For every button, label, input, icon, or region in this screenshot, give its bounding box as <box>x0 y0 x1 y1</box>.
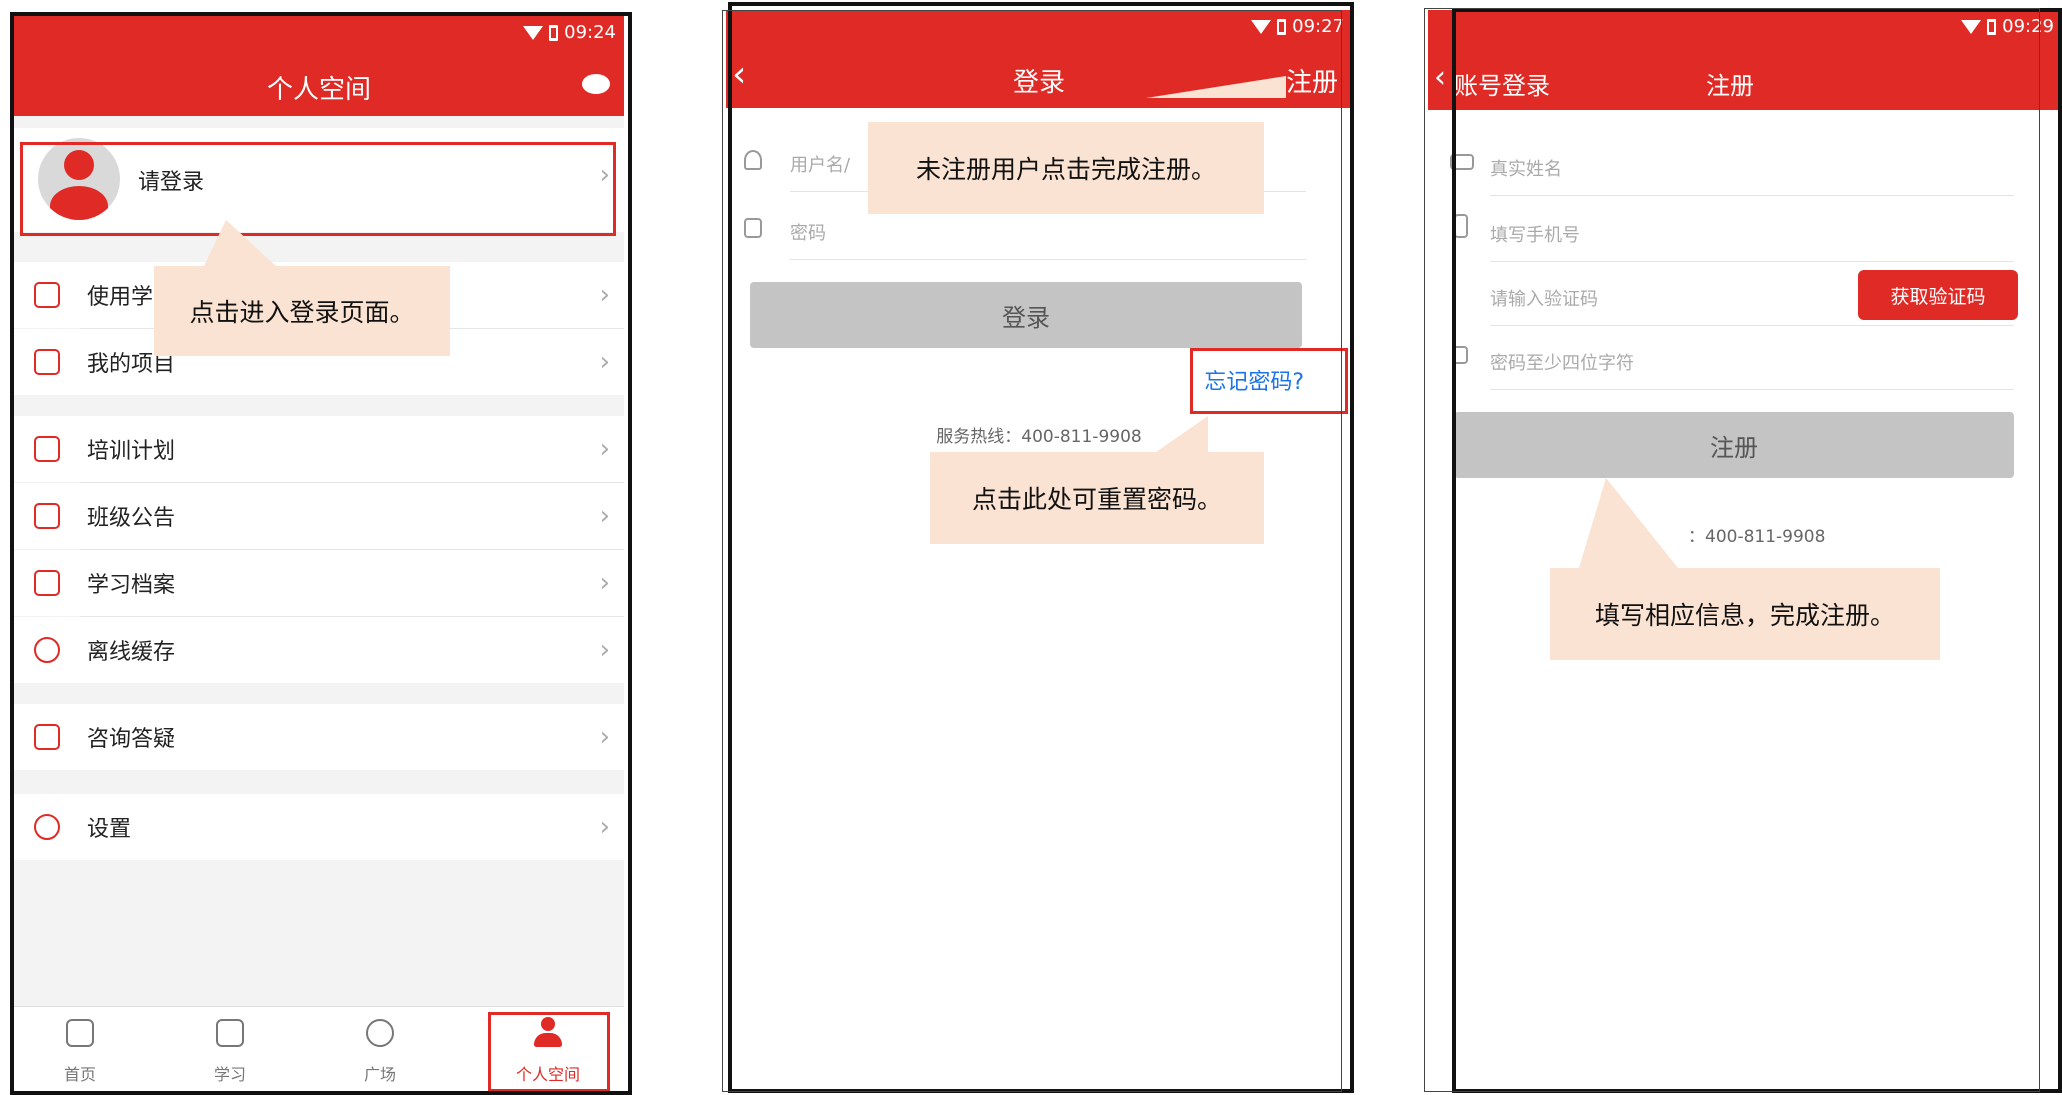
callout-pointer <box>1146 76 1286 98</box>
password-placeholder: 密码 <box>790 223 826 244</box>
code-placeholder: 请输入验证码 <box>1490 289 1598 310</box>
battery-icon <box>1277 18 1287 35</box>
chat-icon <box>34 724 60 750</box>
chevron-right-icon: › <box>599 722 610 752</box>
new-password-placeholder: 密码至少四位字符 <box>1490 353 1634 374</box>
new-password-input[interactable]: 密码至少四位字符 <box>1490 326 2014 390</box>
status-time: 09:27 <box>1292 16 1344 37</box>
menu-item-label: 学习档案 <box>87 573 176 598</box>
home-icon <box>66 1019 94 1047</box>
list-icon <box>34 349 60 375</box>
callout-pointer <box>204 220 276 266</box>
menu-item-label: 咨询答疑 <box>87 727 176 752</box>
wifi-icon <box>1961 19 1982 34</box>
wifi-icon <box>523 25 544 40</box>
callout-pointer <box>1576 478 1686 578</box>
tab-label: 首页 <box>63 1065 96 1084</box>
menu-item-label: 班级公告 <box>87 506 176 531</box>
folder-icon <box>34 570 60 596</box>
login-button[interactable]: 登录 <box>750 282 1302 348</box>
menu-item-offline-cache[interactable]: 离线缓存 › <box>14 617 624 683</box>
battery-icon <box>549 24 559 41</box>
get-code-button[interactable]: 获取验证码 <box>1858 270 2018 320</box>
menu-item-consult[interactable]: 咨询答疑 › <box>14 704 624 770</box>
username-placeholder: 用户名/ <box>790 155 851 176</box>
callout-login-hint: 点击进入登录页面。 <box>154 266 450 356</box>
chevron-right-icon: › <box>599 280 610 310</box>
lock-icon <box>744 218 762 238</box>
tab-study[interactable]: 学习 <box>170 1007 290 1092</box>
menu-item-label: 设置 <box>87 817 132 842</box>
header-bar: 09:24 个人空间 <box>14 16 624 116</box>
phone-input[interactable]: 填写手机号 <box>1490 198 2014 262</box>
register-link[interactable]: 注册 <box>1286 62 1338 99</box>
callout-register-hint: 未注册用户点击完成注册。 <box>868 122 1264 214</box>
hotline-text: 服务热线：400-811-9908 <box>936 427 1142 447</box>
login-screen: 09:27 ‹ 登录 注册 用户名/ 密码 登录 忘记密码? 服务热线：400-… <box>726 10 1352 1090</box>
chevron-right-icon: › <box>599 568 610 598</box>
tab-label: 学习 <box>213 1065 246 1084</box>
guide-icon <box>34 282 60 308</box>
cloud-download-icon <box>34 637 60 663</box>
back-arrow-icon[interactable]: ‹ <box>1434 60 1446 95</box>
status-time: 09:24 <box>564 22 616 43</box>
calendar-icon <box>34 436 60 462</box>
menu-item-study-record[interactable]: 学习档案 › <box>14 550 624 616</box>
callout-reset-hint: 点击此处可重置密码。 <box>930 452 1264 544</box>
page-title: 个人空间 <box>266 75 371 105</box>
register-button[interactable]: 注册 <box>1454 412 2014 478</box>
lock-icon <box>1452 346 1468 364</box>
real-name-input[interactable]: 真实姓名 <box>1490 132 2014 196</box>
chevron-right-icon: › <box>599 635 610 665</box>
tab-register[interactable]: 注册 <box>1706 66 1754 101</box>
user-icon <box>744 150 762 170</box>
tab-home[interactable]: 首页 <box>20 1007 140 1092</box>
chevron-right-icon: › <box>599 434 610 464</box>
tab-label: 广场 <box>363 1065 396 1084</box>
speaker-icon <box>34 503 60 529</box>
callout-pointer <box>1156 416 1208 452</box>
menu-item-label: 使用学 <box>87 285 154 310</box>
menu-item-label: 培训计划 <box>87 439 176 464</box>
hotline-text: ：400-811-9908 <box>1688 527 1826 547</box>
tab-highlight-box <box>488 1012 610 1092</box>
menu-item-training-plan[interactable]: 培训计划 › <box>14 416 624 482</box>
status-bar: 09:24 <box>523 22 616 43</box>
real-name-placeholder: 真实姓名 <box>1490 159 1562 180</box>
id-card-icon <box>1450 154 1474 170</box>
chevron-right-icon: › <box>599 501 610 531</box>
message-icon[interactable] <box>582 74 610 94</box>
menu-item-settings[interactable]: 设置 › <box>14 794 624 860</box>
menu-item-class-notice[interactable]: 班级公告 › <box>14 483 624 549</box>
target-icon <box>366 1019 394 1047</box>
status-time: 09:29 <box>2002 16 2054 37</box>
menu-item-label: 离线缓存 <box>87 640 176 665</box>
status-bar: 09:29 <box>1961 16 2054 37</box>
battery-icon <box>1987 18 1997 35</box>
status-bar: 09:27 <box>1251 16 1344 37</box>
phone-placeholder: 填写手机号 <box>1490 225 1580 246</box>
tab-account-login[interactable]: 账号登录 <box>1454 66 1550 101</box>
chevron-right-icon: › <box>599 812 610 842</box>
login-highlight-box <box>20 142 616 236</box>
chevron-right-icon: › <box>599 347 610 377</box>
gear-icon <box>34 814 60 840</box>
tab-square[interactable]: 广场 <box>320 1007 440 1092</box>
forgot-password-highlight-box <box>1190 348 1348 414</box>
callout-register-hint: 填写相应信息，完成注册。 <box>1550 568 1940 660</box>
book-icon <box>216 1019 244 1047</box>
personal-space-screen: 09:24 个人空间 请登录 › 使用学 › 我的项目 › 培训计划 › 班级公… <box>14 16 624 1092</box>
wifi-icon <box>1251 19 1272 34</box>
register-screen: 09:29 ‹ 账号登录 注册 真实姓名 填写手机号 请输入验证码 获取验证码 … <box>1428 10 2062 1094</box>
header-bar: 09:29 ‹ 账号登录 注册 <box>1428 10 2062 110</box>
phone-icon <box>1454 214 1468 238</box>
